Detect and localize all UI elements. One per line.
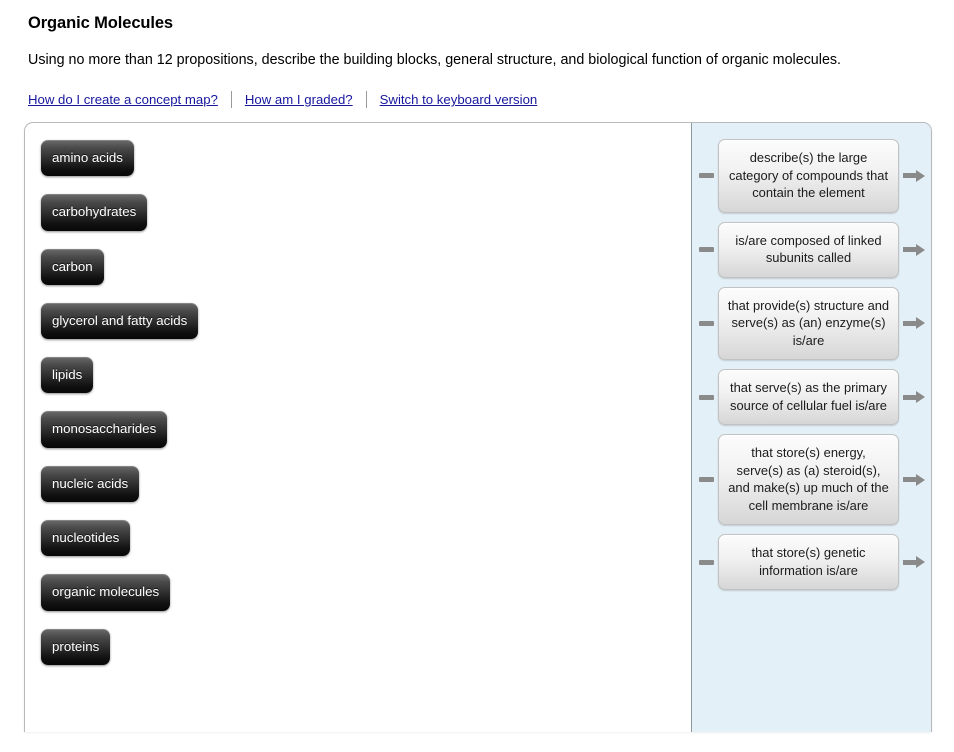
link-how-do-i-create-a-concept-map[interactable]: How do I create a concept map?: [28, 92, 218, 107]
concept-chip-proteins[interactable]: proteins: [41, 629, 110, 665]
concept-chip-lipids[interactable]: lipids: [41, 357, 93, 393]
concept-chip-carbon[interactable]: carbon: [41, 249, 104, 285]
connector-dash-icon: [699, 321, 714, 326]
linking-phrase-row: is/are composed of linked subunits calle…: [692, 222, 931, 278]
concept-chip-row: proteins: [41, 629, 715, 683]
linking-phrase-row: that serve(s) as the primary source of c…: [692, 369, 931, 425]
connector-dash-icon: [699, 395, 714, 400]
linking-phrase-provides-structure-enzyme[interactable]: that provide(s) structure and serve(s) a…: [718, 287, 899, 361]
concept-chip-row: nucleotides: [41, 520, 715, 574]
concept-chip-row: nucleic acids: [41, 466, 715, 520]
linking-phrase-primary-source-cellular-fuel[interactable]: that serve(s) as the primary source of c…: [718, 369, 899, 425]
connector-dash-icon: [699, 173, 714, 178]
concept-chip-row: amino acids: [41, 140, 715, 194]
arrow-right-icon: [903, 474, 925, 486]
concept-chip-amino-acids[interactable]: amino acids: [41, 140, 134, 176]
help-links-bar: How do I create a concept map? How am I …: [28, 91, 926, 108]
arrow-right-icon: [903, 244, 925, 256]
arrow-right-icon: [903, 391, 925, 403]
concept-chip-row: carbohydrates: [41, 194, 715, 248]
concept-chip-row: lipids: [41, 357, 715, 411]
linking-phrase-describes-large-category[interactable]: describe(s) the large category of compou…: [718, 139, 899, 213]
assignment-prompt: Using no more than 12 propositions, desc…: [28, 49, 926, 71]
linking-phrase-row: that store(s) energy, serve(s) as (a) st…: [692, 434, 931, 525]
concept-chip-row: monosaccharides: [41, 411, 715, 465]
concept-chip-row: glycerol and fatty acids: [41, 303, 715, 357]
linking-phrase-row: describe(s) the large category of compou…: [692, 139, 931, 213]
linking-phrase-composed-of-linked-subunits[interactable]: is/are composed of linked subunits calle…: [718, 222, 899, 278]
concept-chip-row: organic molecules: [41, 574, 715, 628]
concept-chip-monosaccharides[interactable]: monosaccharides: [41, 411, 167, 447]
concept-chip-carbohydrates[interactable]: carbohydrates: [41, 194, 147, 230]
link-separator: [231, 91, 232, 108]
connector-dash-icon: [699, 477, 714, 482]
concept-map-canvas[interactable]: amino acids carbohydrates carbon glycero…: [24, 122, 932, 732]
connector-dash-icon: [699, 560, 714, 565]
linking-phrase-row: that store(s) genetic information is/are: [692, 534, 931, 590]
page-title: Organic Molecules: [28, 14, 926, 33]
concept-chip-glycerol-and-fatty-acids[interactable]: glycerol and fatty acids: [41, 303, 198, 339]
concept-chip-nucleic-acids[interactable]: nucleic acids: [41, 466, 139, 502]
linking-phrase-stores-energy-steroid-membrane[interactable]: that store(s) energy, serve(s) as (a) st…: [718, 434, 899, 525]
linking-phrase-row: that provide(s) structure and serve(s) a…: [692, 287, 931, 361]
arrow-right-icon: [903, 556, 925, 568]
concept-chip-row: carbon: [41, 249, 715, 303]
linking-phrase-stores-genetic-information[interactable]: that store(s) genetic information is/are: [718, 534, 899, 590]
linking-phrases-column[interactable]: describe(s) the large category of compou…: [691, 123, 931, 732]
link-switch-to-keyboard-version[interactable]: Switch to keyboard version: [380, 92, 538, 107]
concept-terms-column[interactable]: amino acids carbohydrates carbon glycero…: [25, 123, 715, 732]
link-separator: [366, 91, 367, 108]
connector-dash-icon: [699, 247, 714, 252]
page-header: Organic Molecules Using no more than 12 …: [0, 0, 954, 108]
link-how-am-i-graded[interactable]: How am I graded?: [245, 92, 353, 107]
arrow-right-icon: [903, 317, 925, 329]
arrow-right-icon: [903, 170, 925, 182]
concept-chip-nucleotides[interactable]: nucleotides: [41, 520, 130, 556]
concept-chip-organic-molecules[interactable]: organic molecules: [41, 574, 170, 610]
